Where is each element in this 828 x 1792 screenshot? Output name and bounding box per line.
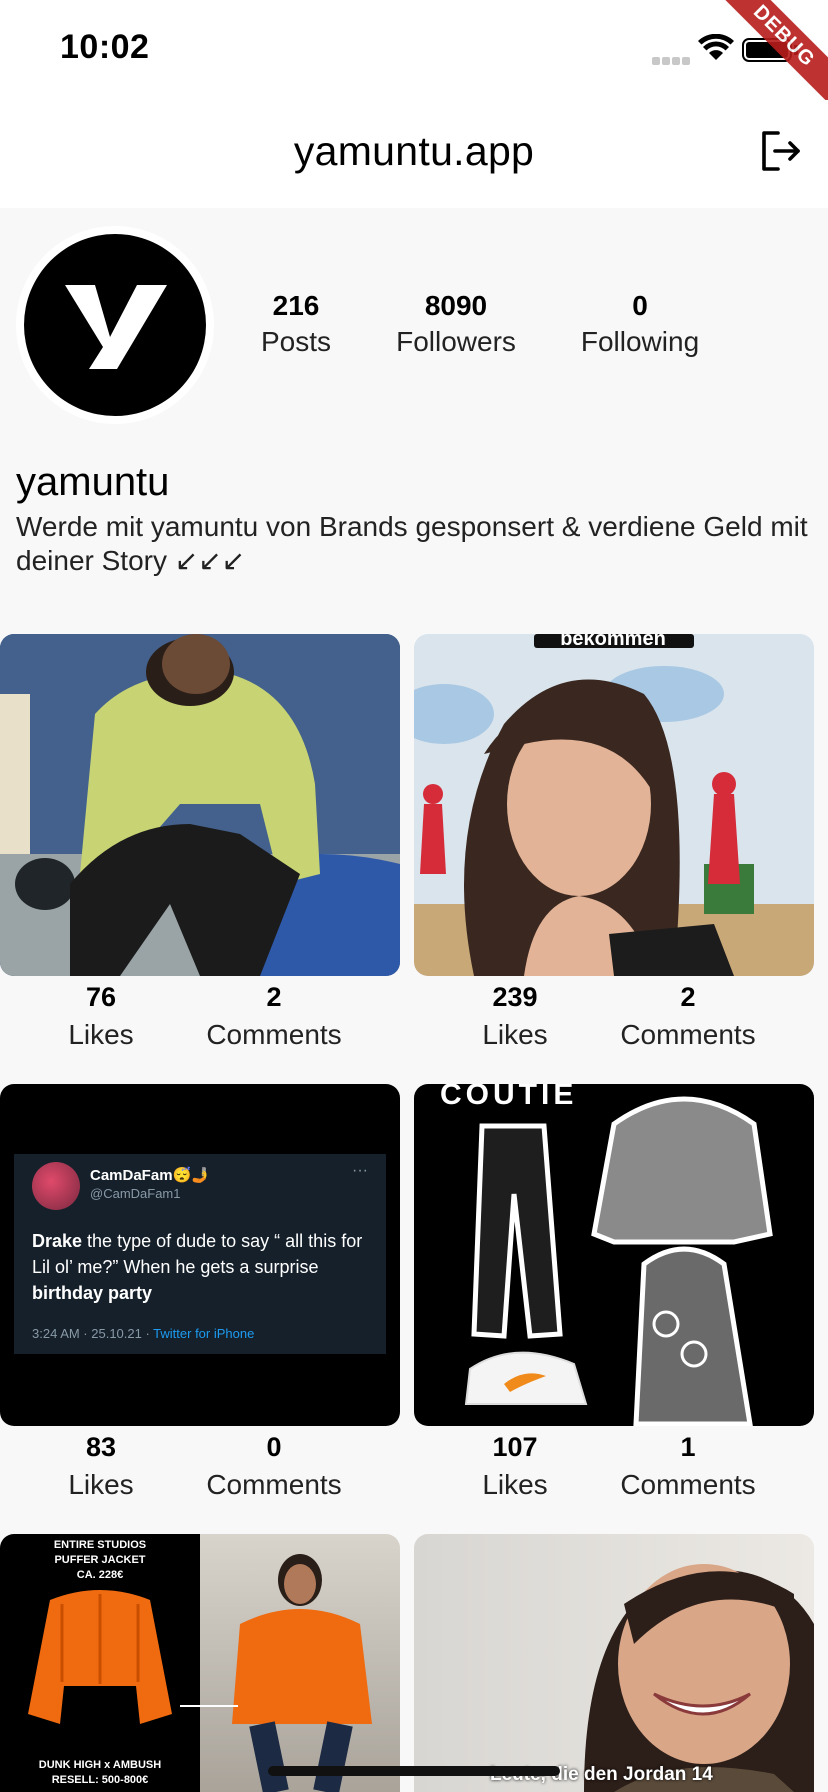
- post-4-comments-label: Comments: [620, 1469, 756, 1500]
- stat-following-label: Following: [580, 326, 700, 357]
- post-5-overlay-top: ENTIRE STUDIOS PUFFER JACKET CA. 228€: [53, 1539, 147, 1581]
- post-4-image: [464, 1096, 773, 1426]
- post-1-comments-value: 2: [266, 982, 282, 1012]
- tweet-meta: 3:24 AM · 25.10.21 · Twitter for iPhone: [32, 1326, 254, 1341]
- profile-name: yamuntu: [16, 460, 170, 504]
- post-thumbnail-1[interactable]: [0, 634, 400, 976]
- post-2-overlay-text: bekommen: [560, 634, 666, 650]
- profile-bio: Werde mit yamuntu von Brands gesponsert …: [16, 511, 808, 576]
- stat-posts[interactable]: 216 Posts: [256, 290, 336, 358]
- tweet-avatar: [32, 1162, 80, 1210]
- stat-followers-value: 8090: [424, 290, 488, 321]
- post-1-likes-value: 76: [85, 982, 117, 1012]
- avatar-logo: [24, 234, 206, 416]
- yamuntu-logo-icon: [65, 285, 167, 369]
- post-5-overlay-bottom: DUNK HIGH x AMBUSH RESELL: 500-800€: [38, 1759, 162, 1786]
- post-2-image: [414, 634, 814, 976]
- tweet-handle: @CamDaFam1: [90, 1186, 181, 1201]
- post-2-likes-label: Likes: [482, 1019, 548, 1050]
- tweet-meta-time: 3:24 AM · 25.10.21 ·: [32, 1326, 154, 1341]
- post-1-likes: 76 Likes: [11, 982, 191, 1051]
- post-1-image: [0, 634, 400, 976]
- post-4-comments: 1 Comments: [598, 1432, 778, 1501]
- post-3-comments-value: 0: [266, 1432, 282, 1462]
- profile-screen: 10:02 DEBUG yamuntu.app 216 Posts 8090 F…: [0, 0, 828, 1792]
- tweet-text-a: Drake: [32, 1231, 83, 1251]
- home-indicator[interactable]: [268, 1766, 560, 1776]
- stat-following-value: 0: [632, 290, 648, 321]
- tweet-more-icon: ···: [352, 1162, 368, 1179]
- tweet-text-c: birthday party: [32, 1283, 153, 1303]
- post-4-comments-value: 1: [680, 1432, 696, 1462]
- status-time: 10:02: [60, 28, 150, 66]
- tweet-text-b: the type of dude to say “ all this for L…: [32, 1231, 363, 1277]
- post-thumbnail-5[interactable]: ENTIRE STUDIOS PUFFER JACKET CA. 228€ DU…: [0, 1534, 400, 1792]
- stat-posts-label: Posts: [260, 326, 332, 357]
- post-3-likes-label: Likes: [68, 1469, 134, 1500]
- post-1-comments-label: Comments: [206, 1019, 342, 1050]
- post-4-likes-label: Likes: [482, 1469, 548, 1500]
- stat-followers[interactable]: 8090 Followers: [388, 290, 524, 358]
- post-thumbnail-6[interactable]: Leute, die den Jordan 14: [414, 1534, 814, 1792]
- post-4-overlay-text: COUTIE: [440, 1084, 578, 1111]
- stat-followers-label: Followers: [396, 326, 516, 357]
- post-thumbnail-3[interactable]: CamDaFam😴🤳 @CamDaFam1 ··· Drake the type…: [0, 1084, 400, 1426]
- page-title: yamuntu.app: [293, 128, 535, 174]
- stat-posts-value: 216: [272, 290, 320, 321]
- post-1-likes-label: Likes: [68, 1019, 134, 1050]
- post-3-likes-value: 83: [85, 1432, 117, 1462]
- post-2-comments: 2 Comments: [598, 982, 778, 1051]
- tweet-meta-source: Twitter for iPhone: [153, 1326, 255, 1341]
- avatar[interactable]: [16, 226, 214, 424]
- post-3-likes: 83 Likes: [11, 1432, 191, 1501]
- app-header: yamuntu.app: [0, 100, 828, 208]
- post-2-likes: 239 Likes: [425, 982, 605, 1051]
- post-4-likes-value: 107: [492, 1432, 538, 1462]
- post-2-comments-value: 2: [680, 982, 696, 1012]
- logout-icon[interactable]: [758, 128, 804, 174]
- cellular-signal-icon: [652, 52, 692, 65]
- tweet-card: CamDaFam😴🤳 @CamDaFam1 ··· Drake the type…: [14, 1154, 386, 1354]
- post-6-image: [584, 1564, 814, 1792]
- tweet-text: Drake the type of dude to say “ all this…: [32, 1228, 372, 1306]
- post-4-likes: 107 Likes: [425, 1432, 605, 1501]
- post-3-comments: 0 Comments: [184, 1432, 364, 1501]
- post-2-likes-value: 239: [492, 982, 538, 1012]
- post-2-comments-label: Comments: [620, 1019, 756, 1050]
- status-bar: 10:02 DEBUG: [0, 0, 828, 119]
- post-3-comments-label: Comments: [206, 1469, 342, 1500]
- post-thumbnail-4[interactable]: COUTIE: [414, 1084, 814, 1426]
- tweet-name: CamDaFam😴🤳: [90, 1167, 210, 1184]
- wifi-icon: [698, 34, 734, 60]
- stat-following[interactable]: 0 Following: [570, 290, 710, 358]
- post-1-comments: 2 Comments: [184, 982, 364, 1051]
- post-thumbnail-2[interactable]: bekommen: [414, 634, 814, 976]
